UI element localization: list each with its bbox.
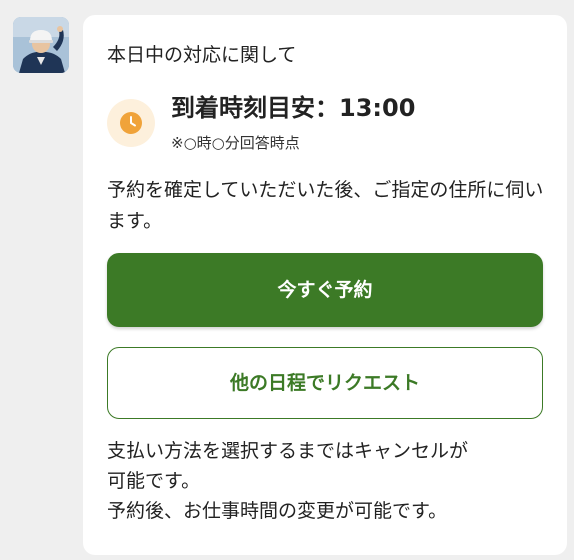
request-other-date-button[interactable]: 他の日程でリクエスト — [107, 347, 543, 419]
clock-icon — [120, 112, 142, 134]
cancellation-note-line: 支払い方法を選択するまではキャンセルが — [107, 440, 469, 462]
message-heading: 本日中の対応に関して — [107, 44, 297, 66]
cancellation-note-line: 予約後、お仕事時間の変更が可能です。 — [107, 500, 448, 522]
reserve-now-button[interactable]: 今すぐ予約 — [107, 253, 543, 327]
reservation-description: 予約を確定していただいた後、ご指定の住所に伺います。 — [107, 179, 544, 232]
message-card: 本日中の対応に関して 到着時刻目安：13:00 ※○時○分回答時点 予約を確定し… — [83, 15, 567, 555]
worker-avatar-image — [13, 17, 69, 73]
arrival-time: 到着時刻目安：13:00 — [171, 94, 416, 122]
arrival-note: ※○時○分回答時点 — [171, 134, 300, 152]
cancellation-note-line: 可能です。 — [107, 470, 201, 492]
avatar[interactable] — [13, 17, 69, 73]
clock-badge — [107, 99, 155, 147]
cancellation-note: 支払い方法を選択するまではキャンセルが 可能です。 予約後、お仕事時間の変更が可… — [107, 436, 547, 526]
